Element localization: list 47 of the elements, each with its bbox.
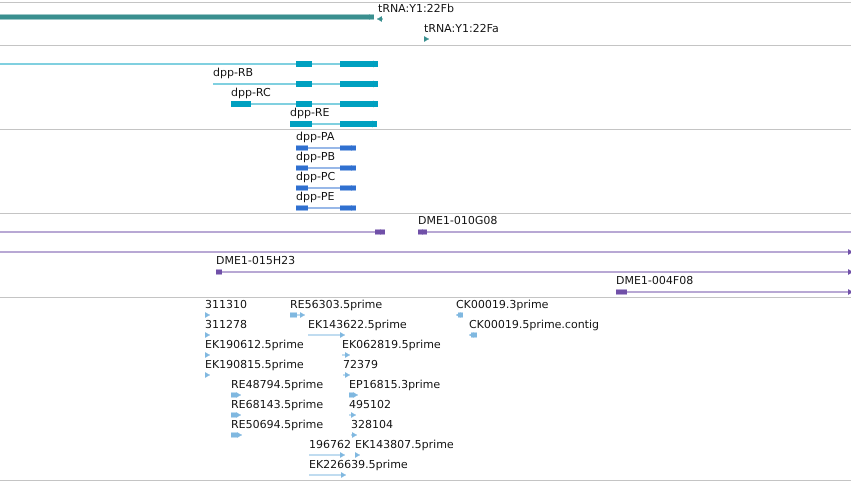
feature-label: RE48794.5prime: [231, 378, 324, 392]
feature-label: tRNA:Y1:22Fb: [378, 2, 454, 16]
feature-label: EK190612.5prime: [205, 338, 304, 352]
feature-label: DME1-010G08: [418, 214, 498, 228]
feature-label: dpp-RB: [213, 66, 254, 80]
feature-label: dpp-RC: [231, 86, 271, 100]
feature-label: EP16815.3prime: [349, 378, 440, 392]
feature-glyph[interactable]: [0, 14, 374, 20]
feature-label: 72379: [343, 358, 378, 372]
feature-label: 311310: [205, 298, 247, 312]
feature-label: 328104: [351, 418, 393, 432]
feature-label: DME1-015H23: [216, 254, 296, 268]
feature-glyph[interactable]: [0, 60, 378, 68]
feature-label: RE68143.5prime: [231, 398, 324, 412]
feature-label: RE50694.5prime: [231, 418, 324, 432]
feature-glyph[interactable]: [213, 80, 378, 88]
feature-label: tRNA:Y1:22Fa: [424, 22, 499, 36]
feature-label: CK00019.3prime: [456, 298, 548, 312]
feature-glyph[interactable]: [296, 165, 356, 171]
feature-glyph[interactable]: [418, 229, 851, 235]
feature-label: EK226639.5prime: [309, 458, 408, 472]
feature-glyph[interactable]: [0, 249, 851, 255]
feature-label: DME1-004F08: [616, 274, 694, 288]
feature-label: dpp-PE: [296, 190, 334, 204]
feature-label: 311278: [205, 318, 247, 332]
feature-glyph[interactable]: [296, 185, 356, 191]
feature-glyph[interactable]: [377, 16, 383, 22]
feature-glyph[interactable]: [296, 145, 356, 151]
feature-label: dpp-PB: [296, 150, 336, 164]
feature-label: CK00019.5prime.contig: [469, 318, 600, 332]
feature-label: dpp-PC: [296, 170, 336, 184]
feature-label: EK062819.5prime: [342, 338, 441, 352]
feature-label: dpp-RE: [290, 106, 330, 120]
feature-glyph[interactable]: [290, 120, 377, 128]
feature-label: EK143807.5prime: [355, 438, 454, 452]
feature-label: RE56303.5prime: [290, 298, 382, 312]
feature-glyph[interactable]: [216, 269, 851, 275]
feature-label: 196762: [309, 438, 351, 452]
feature-label: dpp-PA: [296, 130, 334, 144]
feature-glyph[interactable]: [0, 229, 385, 235]
feature-glyph[interactable]: [616, 289, 851, 295]
feature-glyph[interactable]: [296, 205, 356, 211]
feature-label: 495102: [349, 398, 391, 412]
feature-label: EK190815.5prime: [205, 358, 304, 372]
feature-glyph[interactable]: [231, 100, 378, 108]
feature-label: EK143622.5prime: [308, 318, 407, 332]
feature-glyph[interactable]: [424, 36, 429, 42]
